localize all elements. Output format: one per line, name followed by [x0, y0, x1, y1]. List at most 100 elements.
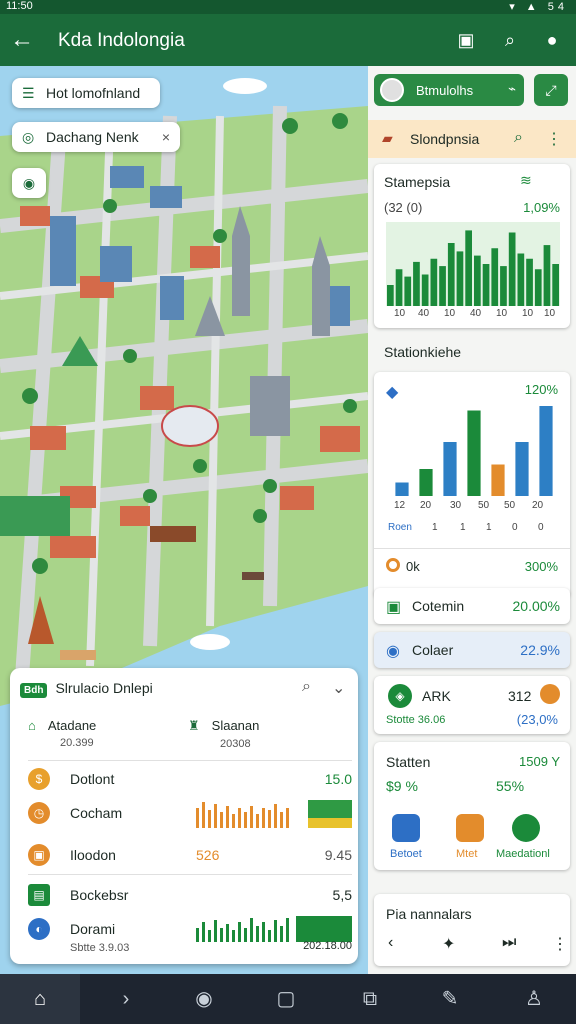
tick-label: 1 [486, 522, 492, 533]
city-map[interactable]: ☰ Hot lomofnland ◎ Dachang Nenk × ◉ Bdh Slr… [0, 66, 368, 974]
stats-value: 1,09% [523, 200, 560, 215]
stats-sub: (32 (0) [384, 200, 423, 215]
row-label: Dorami [70, 921, 116, 937]
row-value: 5,5 [332, 887, 352, 903]
chart-bar [413, 261, 420, 306]
bottom-navigation: ⌂ › ◉ ▢ ⧉ ✎ ♙ [0, 974, 576, 1024]
metric-value: 312 [508, 688, 532, 704]
pin-icon: ◎ [22, 129, 35, 145]
panel-header: ▰ Slondpnsia ⌕ ⋮ [368, 120, 576, 158]
action-label[interactable]: Mtet [456, 848, 477, 860]
metric-label: ARK [422, 688, 451, 704]
actions-v2: 55% [496, 778, 525, 794]
link-icon[interactable]: ⌁ [508, 81, 516, 97]
tick-label: 20 [420, 500, 432, 511]
chart-bar [465, 230, 472, 306]
compass-icon[interactable]: ◉ [184, 984, 224, 1014]
tick-label: 10 [522, 308, 534, 319]
map-chip-filter[interactable]: ◎ Dachang Nenk × [12, 122, 180, 152]
image-icon: ▣ [386, 599, 402, 616]
flag-icon: ▰ [382, 130, 393, 146]
metric-value: 22.9% [520, 642, 560, 658]
row-value: 15.0 [324, 771, 352, 787]
briefcase-icon: ▣ [28, 844, 50, 866]
search-icon[interactable]: ⌕ [514, 129, 523, 147]
target-icon: ◉ [386, 643, 400, 660]
tick-label: 12 [394, 500, 406, 511]
betoet-icon[interactable] [392, 814, 420, 842]
tick-label: 0 [538, 522, 544, 533]
cell-a-label: Atadane [47, 718, 97, 733]
book-icon[interactable]: ▢ [266, 984, 306, 1014]
maedationl-icon[interactable] [512, 814, 540, 842]
tick-label: 30 [450, 500, 462, 511]
actions-title: Statten [386, 754, 431, 770]
status-time: 11:50 [6, 0, 33, 12]
user-icon[interactable]: ♙ [514, 984, 554, 1014]
metric-card-2[interactable]: ◉ Colaer 22.9% [374, 632, 570, 668]
chart-bar [467, 410, 481, 496]
tick-label: 40 [470, 308, 482, 319]
map-chip-primary[interactable]: ☰ Hot lomofnland [12, 78, 160, 108]
more-icon[interactable]: ⋮ [546, 129, 562, 149]
chevron-down-icon[interactable]: ⌄ [332, 678, 345, 698]
globe-icon: ◐ [28, 918, 50, 940]
row-label: Bockebsr [70, 887, 129, 903]
action-label[interactable]: Betoet [390, 848, 422, 860]
home-icon[interactable]: ⌂ [20, 984, 60, 1014]
avatar [380, 78, 404, 102]
category-bar-chart [395, 406, 553, 496]
close-icon[interactable]: × [162, 122, 170, 152]
chart-bar [447, 243, 455, 306]
circle-icon [386, 558, 400, 572]
profile-chip[interactable]: Btmulolhs ⌁ [374, 74, 524, 106]
map-small-button[interactable]: ◉ [12, 168, 46, 198]
window-icon[interactable]: ⧉ [350, 984, 390, 1014]
back-arrow-icon[interactable]: ← [10, 26, 34, 54]
summary-badge: Bdh [20, 683, 48, 698]
pin-icon[interactable]: ✦ [442, 934, 455, 954]
profile-name: Btmulolhs [416, 83, 474, 98]
chart-bar [443, 442, 457, 496]
list-icon: ☰ [22, 85, 35, 101]
chart-bar [474, 255, 481, 306]
tick-label: 0 [512, 522, 518, 533]
chart-bar [543, 245, 551, 306]
summary-cell-a: ⌂ Atadane 20.399 [28, 718, 96, 749]
chart-bar [539, 406, 553, 496]
search-icon[interactable]: ⌕ [302, 678, 311, 696]
location-icon: ◉ [22, 175, 36, 191]
summary-card: Bdh Slrulacio Dnlepi ⌕ ⌄ ⌂ Atadane 20.399 … [10, 668, 358, 964]
actions-card: Statten 1509 Y $9 % 55% Betoet Mtet Maed… [374, 742, 570, 870]
metric-sub: Stotte 36.06 [386, 714, 446, 726]
forward-icon[interactable]: › [106, 984, 146, 1014]
status-icons: ▾ ▲ 54 [509, 1, 568, 13]
skip-icon[interactable]: ⏭ [502, 934, 516, 952]
map-chip-primary-label: Hot lomofnland [46, 85, 141, 101]
mtet-icon[interactable] [456, 814, 484, 842]
metric-value: 20.00% [512, 598, 560, 614]
row-value: 202.18.00 [303, 940, 352, 952]
actions-value: 1509 Y [519, 754, 560, 769]
panel-title: Slondpnsia [410, 131, 480, 147]
tick-label: 10 [394, 308, 406, 319]
row-label: Cocham [70, 805, 123, 821]
chart-bar [508, 232, 516, 306]
chart-bar [526, 258, 533, 306]
chart-bar [430, 258, 438, 306]
action-label[interactable]: Maedationl [496, 848, 550, 860]
chart-bar [387, 285, 394, 306]
more-icon[interactable]: ⋮ [552, 934, 568, 954]
expand-button[interactable]: ⤢ [534, 74, 568, 106]
profile-icon[interactable]: ● [538, 26, 566, 54]
app-title: Kda Indolongia [58, 30, 185, 51]
bookmark-icon[interactable]: ▣ [452, 26, 480, 54]
search-icon[interactable]: ⌕ [496, 26, 524, 54]
tick-label: Roen [388, 522, 412, 533]
chart-bar [419, 469, 433, 496]
chart-bar [500, 266, 507, 306]
metric-card-1[interactable]: ▣ Cotemin 20.00% [374, 588, 570, 624]
chevron-left-icon[interactable]: ‹ [388, 934, 393, 952]
metric-card-3[interactable]: ◈ ARK 312 Stotte 36.06 (23,0% [374, 676, 570, 734]
paint-icon[interactable]: ✎ [430, 984, 470, 1014]
